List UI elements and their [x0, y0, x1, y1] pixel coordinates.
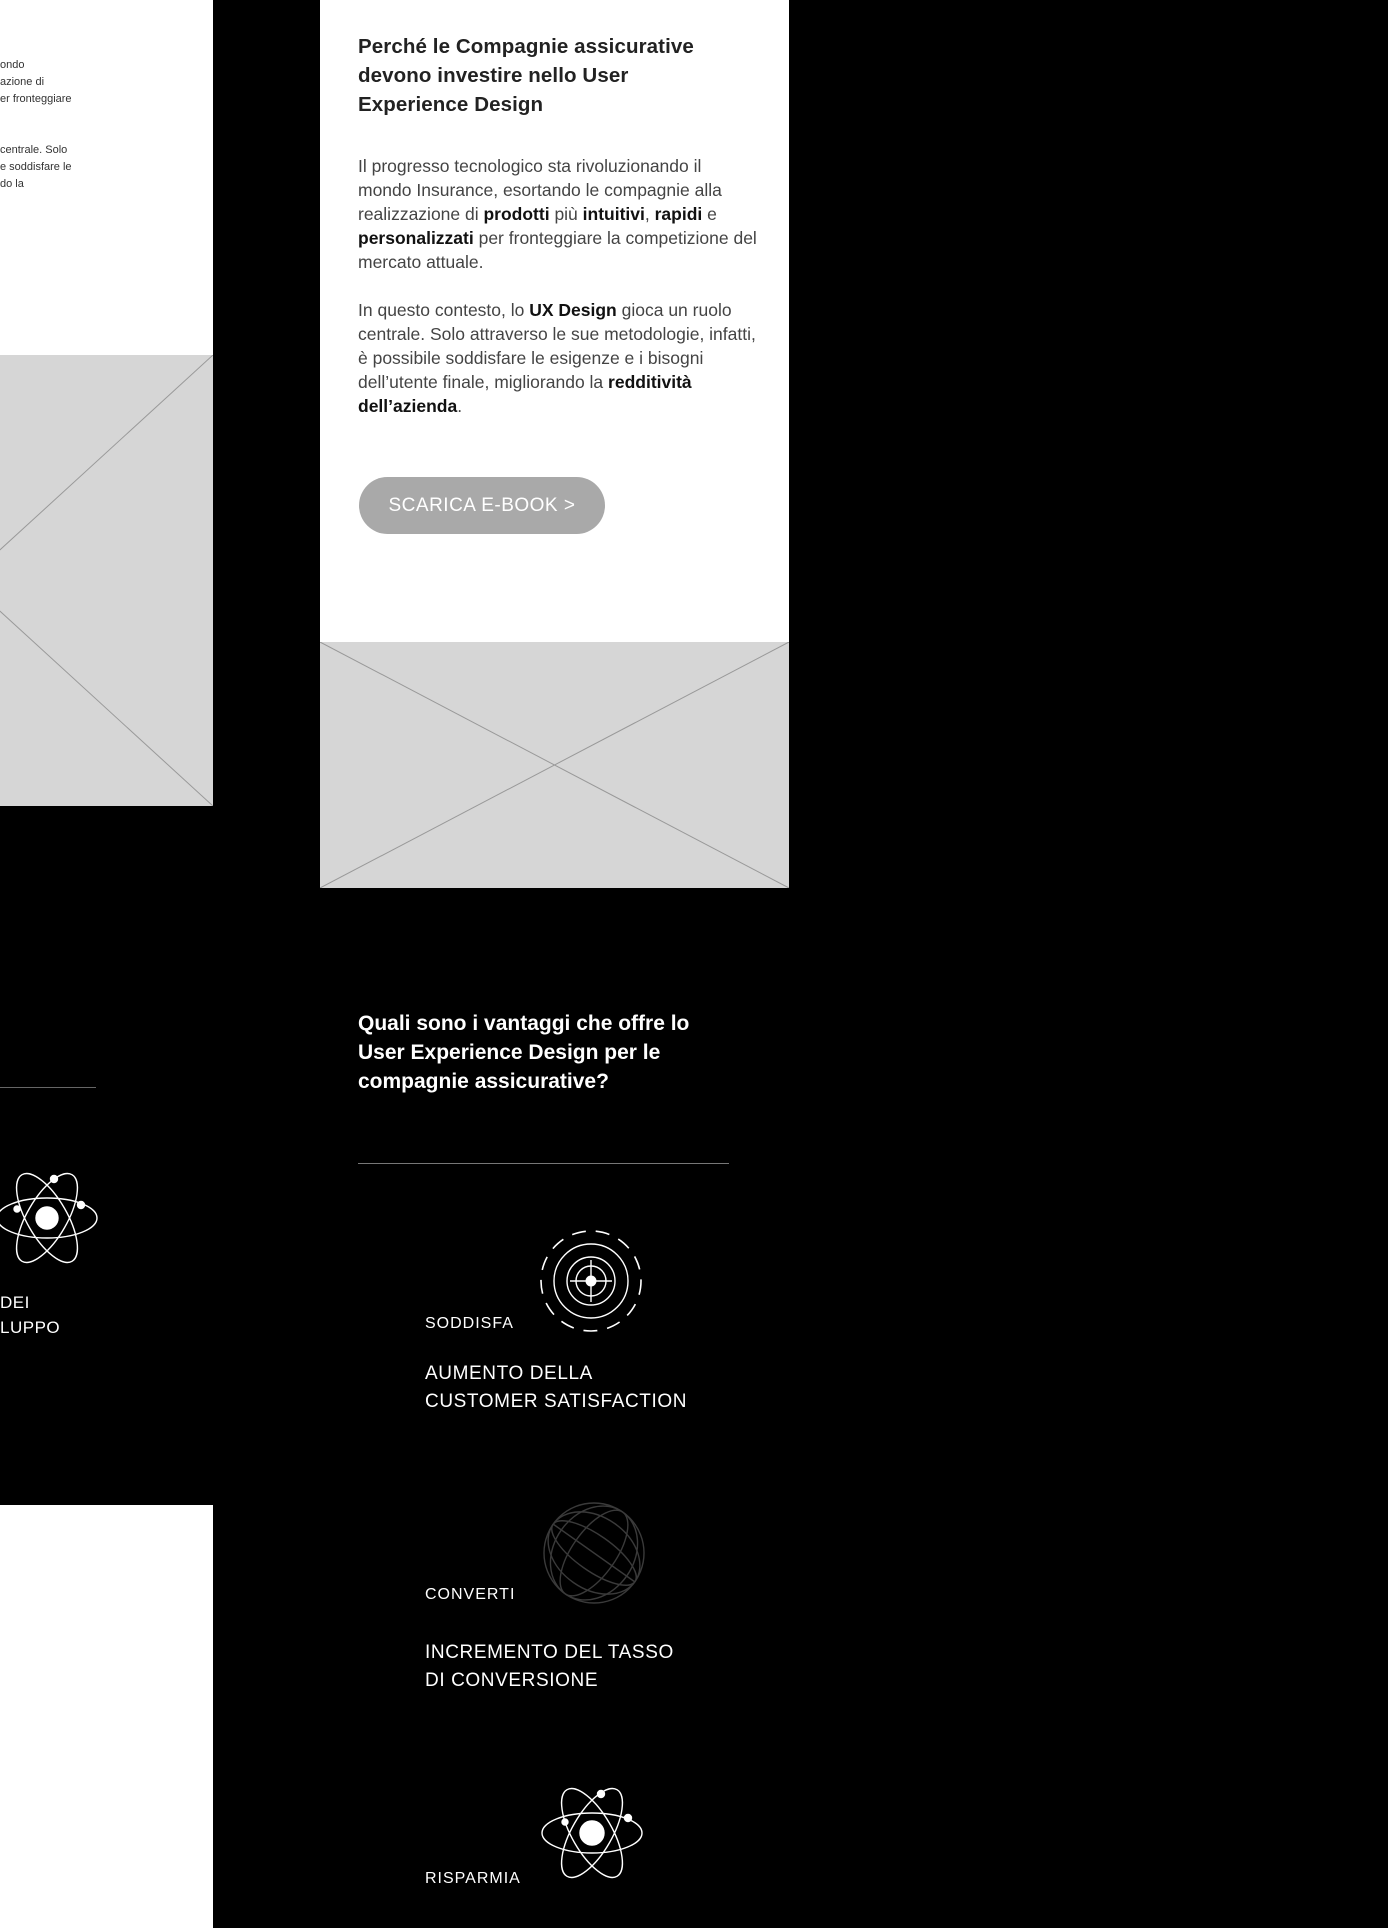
feature-label: SODDISFA [425, 1315, 514, 1332]
globe-icon [541, 1500, 647, 1606]
feature-label: CONVERTI [425, 1586, 516, 1603]
feature-title: INCREMENTO DEL TASSO DI CONVERSIONE [425, 1642, 674, 1691]
emphasis-text: UX Design [529, 300, 617, 320]
emphasis-text: prodotti [483, 204, 550, 224]
intro-card: Perché le Compagnie assicurative devono … [320, 0, 789, 642]
advantages-divider [358, 1163, 729, 1164]
left-text-panel [0, 0, 213, 355]
download-ebook-button[interactable]: SCARICA E-BOOK > [359, 477, 605, 534]
left-divider [0, 1087, 96, 1088]
left-text-fragment: centrale. Solo [0, 144, 68, 156]
left-text-fragment: er fronteggiare [0, 93, 72, 105]
image-placeholder [320, 642, 789, 888]
atom-icon [539, 1780, 645, 1886]
feature-label: RISPARMIA [425, 1870, 521, 1887]
body-text: . [457, 396, 463, 416]
left-feature-title: DEI LUPPO [0, 1293, 61, 1337]
left-text-fragment: do la [0, 178, 24, 190]
intro-title: Perché le Compagnie assicurative devono … [358, 35, 694, 116]
body-text: , [644, 204, 655, 224]
emphasis-text: intuitivi [582, 204, 645, 224]
left-white-panel [0, 1505, 213, 1928]
emphasis-text: personalizzati [358, 228, 474, 248]
body-text: e [702, 204, 717, 224]
feature-title: AUMENTO DELLA CUSTOMER SATISFACTION [425, 1363, 688, 1412]
atom-icon [0, 1165, 100, 1271]
advantages-title: Quali sono i vantaggi che offre lo User … [358, 1012, 690, 1093]
left-text-fragment: azione di [0, 76, 45, 88]
left-text-fragment: e soddisfare le [0, 161, 72, 173]
left-text-fragment: ondo [0, 59, 25, 71]
intro-paragraph-2: In questo contesto, lo UX Design gioca u… [358, 298, 758, 418]
body-text: più [549, 204, 583, 224]
left-image-placeholder [0, 355, 213, 806]
intro-paragraph-1: Il progresso tecnologico sta rivoluziona… [358, 154, 758, 274]
target-icon [538, 1228, 644, 1334]
body-text: In questo contesto, lo [358, 300, 530, 320]
emphasis-text: rapidi [654, 204, 703, 224]
